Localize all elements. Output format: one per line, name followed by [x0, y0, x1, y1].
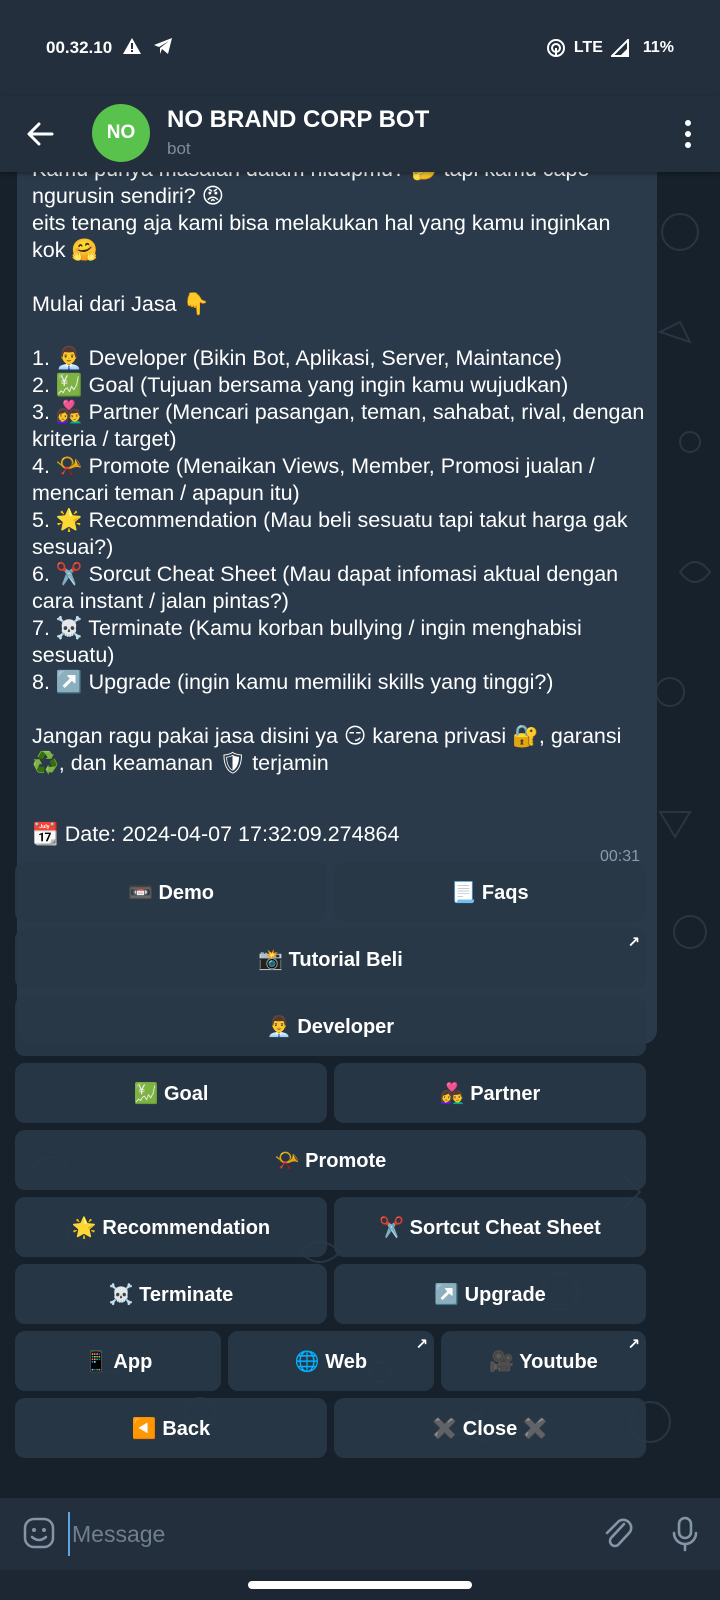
message-text: Kamu punya masalah dalam hidupmu? 🤔 tapi… — [32, 172, 647, 777]
partner-button-label: 👩‍❤️‍👨 Partner — [439, 1082, 541, 1105]
message-line: Jangan ragu pakai jasa disini ya 😏 karen… — [32, 724, 628, 775]
message-line: 6. ✂️ Sorcut Cheat Sheet (Mau dapat info… — [32, 562, 625, 613]
external-link-icon: ↗ — [627, 1336, 640, 1353]
app-button[interactable]: 📱 App — [15, 1331, 221, 1391]
back-button[interactable]: ◀️ Back — [15, 1398, 327, 1458]
message-line — [32, 318, 647, 345]
message-line: Kamu punya masalah dalam hidupmu? 🤔 tapi… — [32, 172, 589, 208]
upgrade-button-label: ↗️ Upgrade — [434, 1283, 546, 1306]
developer-button-label: 👨‍💼 Developer — [266, 1015, 395, 1038]
message-line: 1. 👨‍💼 Developer (Bikin Bot, Aplikasi, S… — [32, 346, 562, 370]
faqs-button-label: 📃 Faqs — [451, 881, 529, 904]
promote-button[interactable]: 📯 Promote — [15, 1130, 646, 1190]
message-line: 4. 📯 Promote (Menaikan Views, Member, Pr… — [32, 454, 601, 505]
home-gesture-pill[interactable] — [248, 1581, 472, 1589]
sortcut-cheat-sheet-button[interactable]: ✂️ Sortcut Cheat Sheet — [334, 1197, 646, 1257]
back-button-label: ◀️ Back — [131, 1417, 211, 1440]
chat-area[interactable]: Kamu punya masalah dalam hidupmu? 🤔 tapi… — [0, 172, 720, 1498]
chat-title[interactable]: NO BRAND CORP BOT — [167, 106, 429, 134]
tutorial-beli-button[interactable]: 📸 Tutorial Beli ↗ — [15, 929, 646, 989]
message-line: 5. 🌟 Recommendation (Mau beli sesuatu ta… — [32, 508, 634, 559]
message-line: 7. ☠️ Terminate (Kamu korban bullying / … — [32, 616, 588, 667]
hotspot-icon — [546, 39, 565, 57]
battery-percent: 11% — [642, 39, 674, 56]
navigation-bar — [0, 1570, 720, 1600]
message-line: 8. ↗️ Upgrade (ingin kamu memiliki skill… — [32, 670, 554, 694]
warning-icon — [123, 38, 141, 54]
status-time: 00.32.10 — [46, 38, 113, 57]
web-button-label: 🌐 Web — [294, 1350, 368, 1373]
external-link-icon: ↗ — [627, 934, 640, 951]
external-link-icon: ↗ — [415, 1336, 428, 1353]
message-line — [32, 696, 647, 723]
demo-button[interactable]: 📼 Demo — [15, 862, 327, 922]
message-line: eits tenang aja kami bisa melakukan hal … — [32, 211, 617, 262]
microphone-icon[interactable] — [670, 1514, 700, 1554]
message-line: 2. 💹 Goal (Tujuan bersama yang ingin kam… — [32, 373, 569, 397]
goal-button-label: 💹 Goal — [133, 1082, 209, 1105]
message-line: Mulai dari Jasa 👇 — [32, 292, 210, 316]
sticker-emoji-icon[interactable] — [22, 1516, 56, 1550]
more-options-icon[interactable] — [676, 116, 700, 152]
sortcut-button-label: ✂️ Sortcut Cheat Sheet — [379, 1216, 601, 1239]
terminate-button[interactable]: ☠️ Terminate — [15, 1264, 327, 1324]
attach-icon[interactable] — [600, 1514, 636, 1554]
developer-button[interactable]: 👨‍💼 Developer — [15, 996, 646, 1056]
recommendation-button[interactable]: 🌟 Recommendation — [15, 1197, 327, 1257]
web-button[interactable]: 🌐 Web ↗ — [228, 1331, 434, 1391]
tutorial-beli-label: 📸 Tutorial Beli — [258, 948, 403, 971]
status-right: LTE 11% — [546, 38, 674, 58]
message-line — [32, 264, 647, 291]
signal-icon — [610, 39, 629, 57]
message-date-line: 📆 Date: 2024-04-07 17:32:09.274864 — [32, 822, 400, 846]
back-arrow-icon[interactable] — [22, 116, 58, 152]
message-input-bar — [0, 1498, 720, 1570]
chat-subtitle: bot — [167, 139, 191, 158]
demo-button-label: 📼 Demo — [127, 881, 215, 904]
bot-avatar[interactable]: NO — [92, 104, 150, 162]
telegram-icon — [154, 38, 172, 54]
close-button[interactable]: ✖️ Close ✖️ — [334, 1398, 646, 1458]
youtube-button-label: 🎥 Youtube — [489, 1350, 598, 1373]
partner-button[interactable]: 👩‍❤️‍👨 Partner — [334, 1063, 646, 1123]
close-button-label: ✖️ Close ✖️ — [432, 1417, 548, 1440]
network-label: LTE — [573, 39, 603, 56]
promote-button-label: 📯 Promote — [274, 1149, 387, 1172]
youtube-button[interactable]: 🎥 Youtube ↗ — [441, 1331, 646, 1391]
recommendation-button-label: 🌟 Recommendation — [71, 1216, 271, 1239]
app-button-label: 📱 App — [83, 1350, 153, 1373]
message-line: 3. 👩‍❤️‍👨 Partner (Mencari pasangan, tem… — [32, 400, 645, 451]
upgrade-button[interactable]: ↗️ Upgrade — [334, 1264, 646, 1324]
chat-header: NO NO BRAND CORP BOT bot — [0, 96, 720, 172]
message-input[interactable] — [68, 1512, 572, 1556]
goal-button[interactable]: 💹 Goal — [15, 1063, 327, 1123]
terminate-button-label: ☠️ Terminate — [108, 1283, 234, 1306]
status-bar: 00.32.10 LTE 11% — [0, 0, 720, 96]
faqs-button[interactable]: 📃 Faqs — [334, 862, 646, 922]
status-notification-icons — [122, 36, 174, 56]
